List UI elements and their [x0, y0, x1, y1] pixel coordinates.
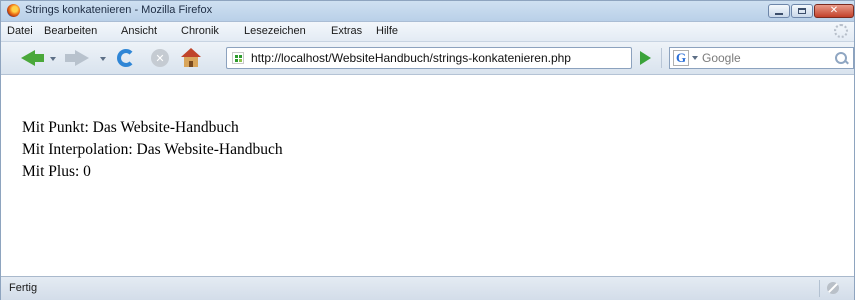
- back-icon[interactable]: [21, 50, 35, 66]
- forward-icon[interactable]: [75, 50, 89, 66]
- menu-datei[interactable]: Datei: [7, 25, 33, 37]
- status-text: Fertig: [9, 282, 38, 294]
- home-icon[interactable]: [181, 48, 201, 68]
- home-door: [189, 61, 193, 67]
- url-text[interactable]: http://localhost/WebsiteHandbuch/strings…: [251, 51, 571, 65]
- menu-bar: Datei Bearbeiten Ansicht Chronik Lesezei…: [1, 22, 854, 42]
- menu-ansicht[interactable]: Ansicht: [121, 25, 157, 37]
- home-roof: [181, 48, 201, 57]
- maximize-button[interactable]: [791, 4, 813, 18]
- navigation-toolbar: ✕ http://localhost/WebsiteHandbuch/strin…: [1, 42, 854, 75]
- stop-icon[interactable]: ✕: [151, 49, 169, 67]
- close-icon: ✕: [829, 5, 839, 16]
- page-content: Mit Punkt: Das Website-Handbuch Mit Inte…: [1, 75, 854, 276]
- text-line-punkt: Mit Punkt: Das Website-Handbuch: [22, 119, 239, 136]
- menu-chronik[interactable]: Chronik: [181, 25, 219, 37]
- reload-icon[interactable]: [117, 49, 135, 67]
- firefox-logo-icon: [7, 4, 20, 17]
- menu-lesezeichen[interactable]: Lesezeichen: [244, 25, 306, 37]
- google-engine-icon[interactable]: G: [673, 50, 689, 66]
- browser-window: Strings konkatenieren - Mozilla Firefox …: [0, 0, 855, 300]
- back-history-dropdown-icon[interactable]: [50, 57, 56, 61]
- status-separator: [819, 280, 820, 297]
- text-line-interpolation: Mit Interpolation: Das Website-Handbuch: [22, 141, 283, 158]
- search-icon[interactable]: [834, 51, 850, 67]
- menu-extras[interactable]: Extras: [331, 25, 362, 37]
- close-button[interactable]: ✕: [814, 4, 854, 18]
- address-bar[interactable]: http://localhost/WebsiteHandbuch/strings…: [226, 47, 850, 69]
- menu-bearbeiten[interactable]: Bearbeiten: [44, 25, 97, 37]
- status-bar: Fertig: [1, 276, 854, 300]
- toolbar-separator: [661, 48, 662, 68]
- title-bar: Strings konkatenieren - Mozilla Firefox …: [1, 1, 854, 22]
- throbber-icon: [834, 24, 848, 38]
- forward-button[interactable]: [65, 54, 75, 62]
- engine-dropdown-icon[interactable]: [692, 56, 698, 60]
- text-line-plus: Mit Plus: 0: [22, 163, 91, 180]
- back-button[interactable]: [34, 54, 44, 62]
- menu-hilfe[interactable]: Hilfe: [376, 25, 398, 37]
- search-input[interactable]: [702, 50, 822, 66]
- search-bar: G: [669, 47, 854, 69]
- forward-history-dropdown-icon[interactable]: [100, 57, 106, 61]
- minimize-icon: [775, 12, 783, 15]
- window-title: Strings konkatenieren - Mozilla Firefox: [25, 4, 213, 16]
- site-favicon-icon: [232, 52, 244, 64]
- go-icon[interactable]: [640, 51, 651, 65]
- maximize-icon: [798, 8, 806, 14]
- minimize-button[interactable]: [768, 4, 790, 18]
- security-icon[interactable]: [827, 282, 839, 294]
